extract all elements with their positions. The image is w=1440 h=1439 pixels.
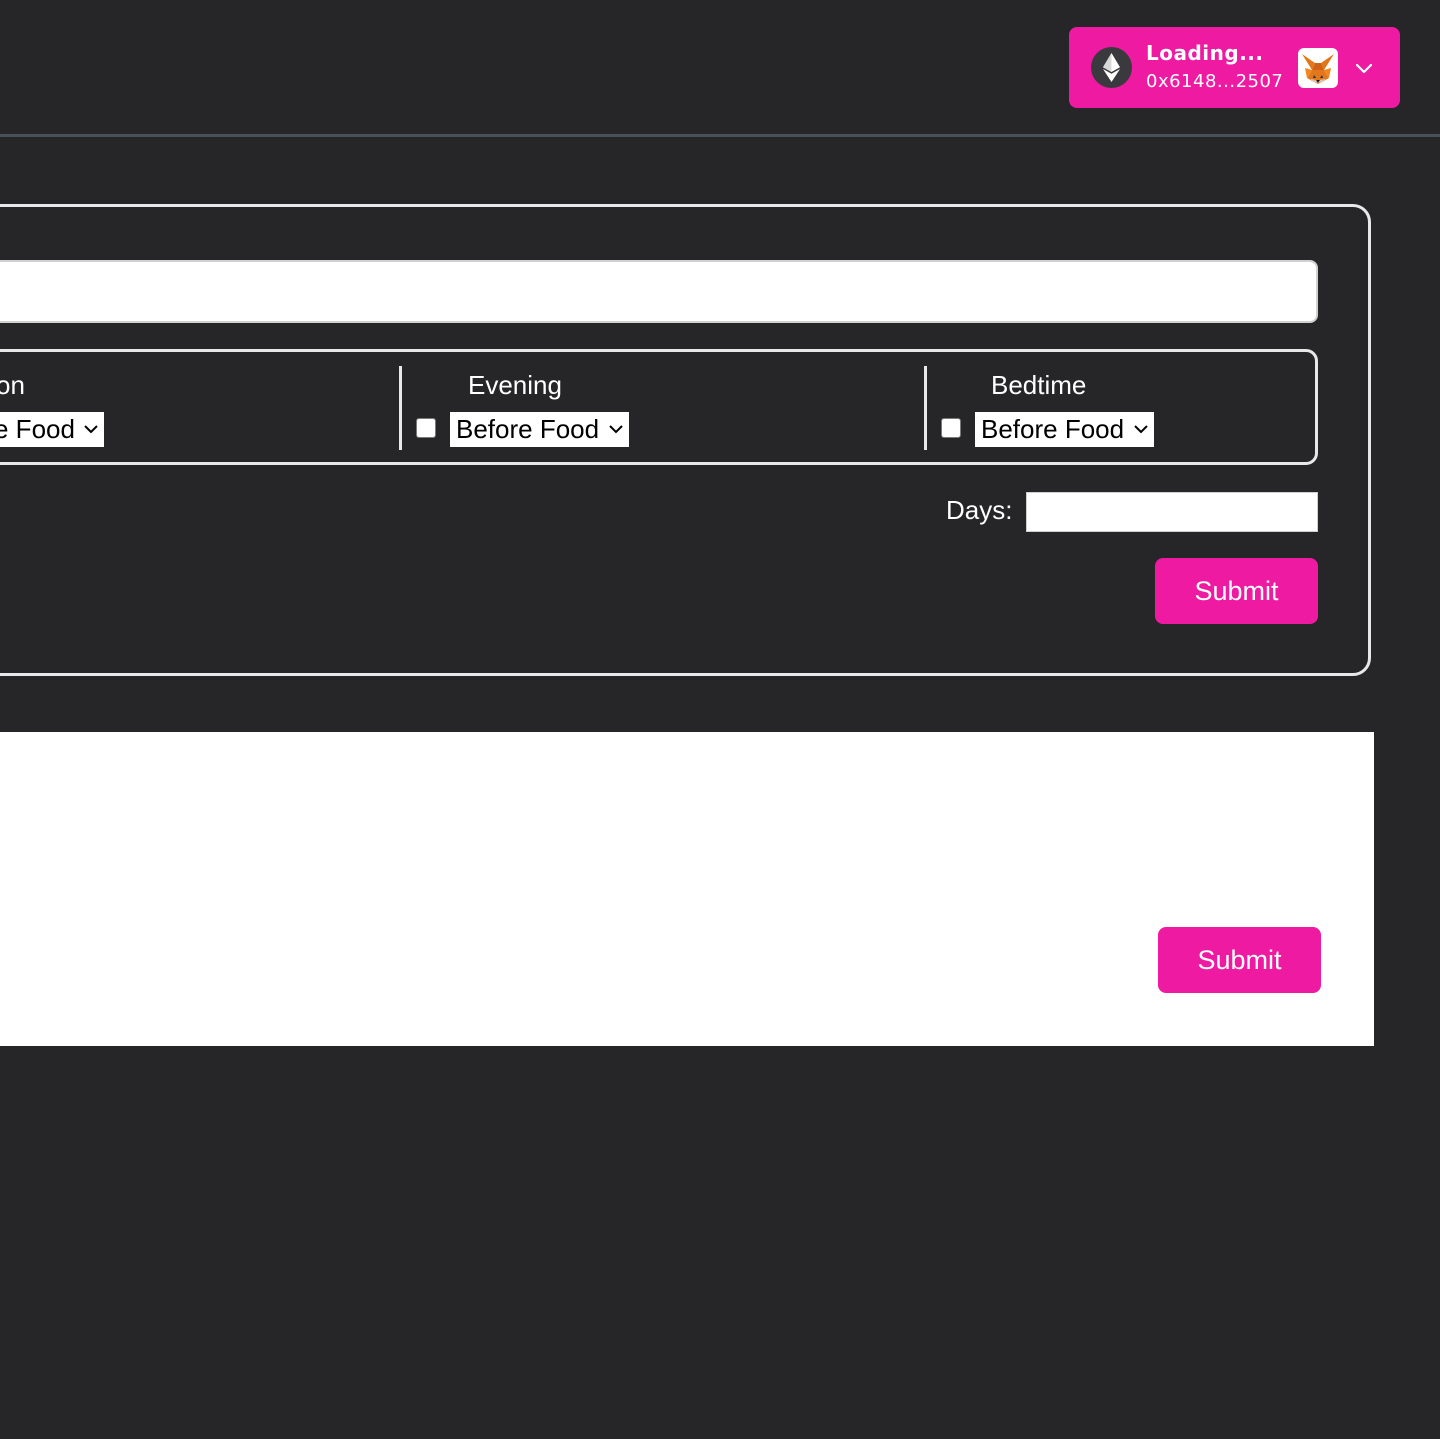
dosage-schedule [0, 349, 1318, 465]
page: Loading... 0x6148...2507 on e Food Eveni… [0, 0, 1440, 1439]
slot-select-value: Before Food [456, 414, 600, 444]
slot-checkbox-bedtime[interactable] [941, 418, 961, 438]
form-submit-button[interactable]: Submit [1155, 558, 1318, 624]
slot-select-evening[interactable]: Before Food [450, 412, 629, 447]
slot-checkbox-evening[interactable] [416, 418, 436, 438]
slot-select-bedtime[interactable]: Before Food [975, 412, 1154, 447]
slot-select-value: e Food [0, 414, 75, 444]
slot-select-afternoon[interactable]: e Food [0, 412, 104, 447]
panel-submit-button[interactable]: Submit [1158, 927, 1321, 993]
schedule-divider [924, 366, 927, 450]
days-input[interactable] [1026, 492, 1318, 532]
slot-label-bedtime: Bedtime [991, 370, 1087, 400]
content-panel [0, 732, 1374, 1046]
chevron-down-icon [1134, 425, 1148, 434]
ethereum-icon [1091, 47, 1132, 88]
slot-label-evening: Evening [468, 370, 562, 400]
slot-label-afternoon: on [0, 370, 25, 400]
slot-select-value: Before Food [981, 414, 1125, 444]
wallet-status: Loading... [1146, 41, 1264, 65]
chevron-down-icon [84, 425, 98, 434]
chevron-down-icon [609, 425, 623, 434]
medicine-name-input[interactable] [0, 260, 1318, 323]
header-divider [0, 134, 1440, 137]
top-bar: Loading... 0x6148...2507 [0, 0, 1440, 136]
days-label: Days: [946, 495, 1013, 525]
metamask-fox-icon [1298, 48, 1338, 88]
wallet-address: 0x6148...2507 [1146, 71, 1284, 92]
wallet-connect-button[interactable]: Loading... 0x6148...2507 [1069, 27, 1400, 108]
schedule-divider [399, 366, 402, 450]
chevron-down-icon[interactable] [1354, 58, 1374, 78]
